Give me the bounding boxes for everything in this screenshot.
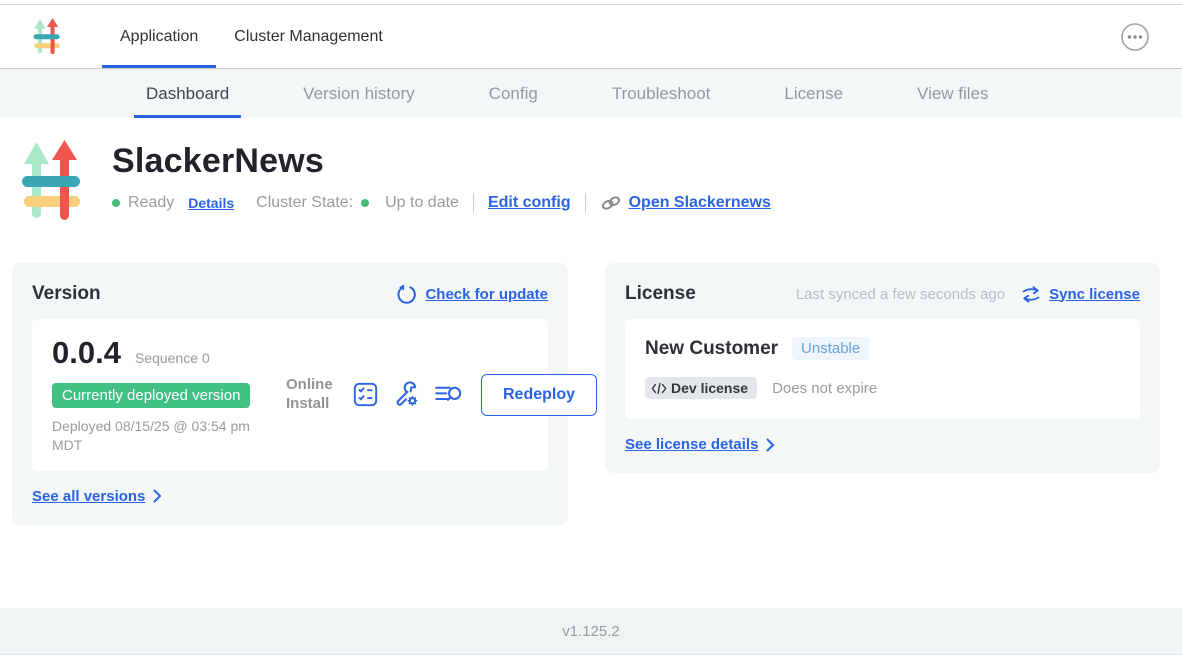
divider (585, 193, 586, 213)
dashboard-cards: Version Check for update 0.0.4 Sequence … (12, 263, 1160, 525)
license-last-synced: Last synced a few seconds ago (796, 286, 1005, 303)
current-version-panel: 0.0.4 Sequence 0 Currently deployed vers… (32, 319, 548, 471)
license-expiration: Does not expire (772, 380, 877, 397)
cluster-state-value: Up to date (385, 194, 459, 212)
open-app-link-text: Open Slackernews (629, 194, 771, 212)
cluster-state-label: Cluster State: (256, 194, 353, 212)
edit-config-link[interactable]: Edit config (488, 194, 571, 212)
open-app-link[interactable]: Open Slackernews (600, 194, 771, 212)
subnav-troubleshoot[interactable]: Troubleshoot (600, 72, 723, 118)
redeploy-button[interactable]: Redeploy (481, 374, 597, 416)
tab-cluster-management[interactable]: Cluster Management (216, 8, 401, 68)
see-license-details-link-text: See license details (625, 436, 758, 453)
license-card: License Last synced a few seconds ago Sy… (605, 263, 1160, 473)
see-all-versions-link[interactable]: See all versions (32, 488, 548, 505)
tab-application[interactable]: Application (102, 8, 216, 68)
subnav-license[interactable]: License (772, 72, 855, 118)
app-header: SlackerNews Ready Details Cluster State:… (22, 140, 1160, 227)
subnav-version-history[interactable]: Version history (291, 72, 427, 118)
sync-license-link-text: Sync license (1049, 286, 1140, 303)
app-status-text: Ready (128, 194, 174, 212)
code-icon (651, 382, 667, 395)
view-logs-icon[interactable] (434, 381, 463, 408)
console-version: v1.125.2 (562, 623, 620, 640)
chevron-right-icon (153, 489, 162, 503)
top-nav-tabs: Application Cluster Management (102, 5, 401, 68)
deployed-status-badge: Currently deployed version (52, 383, 250, 408)
version-card-title: Version (32, 283, 101, 305)
app-status-dot (112, 199, 120, 207)
version-sequence: Sequence 0 (135, 350, 210, 366)
install-type-label: Online Install (286, 376, 338, 414)
app-sub-navigation: Dashboard Version history Config Trouble… (0, 69, 1182, 118)
license-type-badge: Dev license (645, 377, 757, 399)
configure-icon[interactable] (393, 381, 420, 408)
subnav-config[interactable]: Config (477, 72, 550, 118)
refresh-icon (396, 284, 417, 305)
slackernews-logo-icon (22, 140, 80, 222)
slackernews-logo-icon (33, 18, 60, 55)
page-title: SlackerNews (112, 142, 771, 181)
more-menu-button[interactable] (1120, 22, 1150, 52)
subnav-dashboard[interactable]: Dashboard (134, 72, 241, 118)
check-for-update-link-text: Check for update (425, 286, 548, 303)
customer-name: New Customer (645, 338, 778, 360)
sync-license-link[interactable]: Sync license (1021, 286, 1140, 303)
preflight-checks-icon[interactable] (352, 381, 379, 408)
app-status-row: Ready Details Cluster State: Up to date … (112, 193, 771, 213)
deployed-timestamp: Deployed 08/15/25 @ 03:54 pm MDT (52, 417, 257, 455)
version-number: 0.0.4 (52, 335, 121, 371)
link-chain-icon (600, 194, 622, 212)
see-all-versions-link-text: See all versions (32, 488, 145, 505)
status-details-link[interactable]: Details (188, 195, 234, 211)
version-card: Version Check for update 0.0.4 Sequence … (12, 263, 568, 525)
chevron-right-icon (766, 438, 775, 452)
top-navigation-bar: Application Cluster Management (0, 5, 1182, 69)
ellipsis-circle-icon (1120, 22, 1150, 52)
license-type-badge-text: Dev license (671, 380, 748, 396)
see-license-details-link[interactable]: See license details (625, 436, 1140, 453)
app-logo-small (33, 5, 60, 68)
license-summary-panel: New Customer Unstable Dev license Does n… (625, 319, 1140, 419)
subnav-view-files[interactable]: View files (905, 72, 1001, 118)
channel-badge: Unstable (792, 337, 869, 360)
sync-icon (1021, 286, 1041, 303)
check-for-update-link[interactable]: Check for update (396, 284, 548, 305)
license-card-title: License (625, 283, 696, 305)
divider (473, 193, 474, 213)
app-logo-large (22, 140, 80, 227)
cluster-state-dot (361, 199, 369, 207)
console-footer: v1.125.2 (0, 608, 1182, 655)
